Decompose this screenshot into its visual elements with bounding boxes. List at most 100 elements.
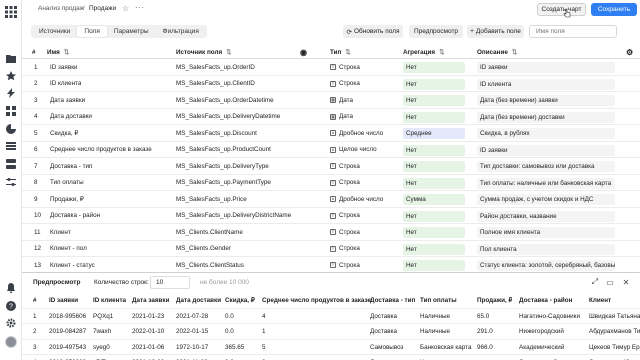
field-source[interactable]: MS_SalesFacts_up.ProductCount	[176, 142, 271, 158]
field-name[interactable]: Доставка - тип	[50, 158, 92, 174]
field-source[interactable]: MS_SalesFacts_up.Price	[176, 191, 247, 207]
field-source[interactable]: MS_Clients.ClientName	[176, 224, 243, 240]
field-row[interactable]: 6 Среднее число продуктов в заказе MS_Sale…	[22, 142, 640, 158]
dataset-icon[interactable]	[5, 140, 17, 152]
app-logo-icon[interactable]	[4, 5, 18, 19]
field-source[interactable]: MS_SalesFacts_up.OrderDatetime	[176, 92, 274, 108]
tab-fields[interactable]: Поля	[77, 26, 107, 37]
field-name[interactable]: Доставка - район	[50, 208, 100, 224]
field-description-input[interactable]: Район доставки, название	[477, 210, 615, 222]
field-row[interactable]: 5 Скидка, ₽ MS_SalesFacts_up.Discount # Дроб…	[22, 125, 640, 142]
field-source[interactable]: MS_SalesFacts_up.ClientID	[176, 76, 255, 92]
field-name[interactable]: Тип оплаты	[50, 175, 84, 191]
field-aggregation-select[interactable]: Среднее	[403, 128, 465, 139]
field-type[interactable]: # Дробное число	[330, 125, 383, 141]
favorite-star-icon[interactable]: ☆	[122, 4, 129, 13]
field-aggregation-select[interactable]: Сумма	[403, 194, 465, 205]
field-name[interactable]: ID заявки	[50, 59, 77, 75]
col-header-name[interactable]: Имя ⇅	[47, 44, 69, 60]
field-source[interactable]: MS_SalesFacts_up.DeliveryDistrictName	[176, 208, 291, 224]
field-aggregation-select[interactable]: Нет	[403, 62, 465, 73]
field-aggregation-select[interactable]: Нет	[403, 161, 465, 172]
col-header-aggregation[interactable]: Агрегация ⇅	[403, 44, 444, 60]
field-description-input[interactable]: Дата (без времени) заявки	[477, 95, 615, 106]
field-aggregation-select[interactable]: Нет	[403, 111, 465, 123]
field-type[interactable]: T Строка	[330, 59, 360, 75]
field-row[interactable]: 9 Продажи, ₽ MS_SalesFacts_up.Price # Дробно…	[22, 191, 640, 208]
field-type[interactable]: ▦ Дата	[330, 109, 353, 125]
close-icon[interactable]: ✕	[621, 277, 631, 287]
field-name[interactable]: Продажи, ₽	[50, 191, 84, 207]
table-settings-gear-icon[interactable]: ⚙	[626, 44, 633, 60]
field-aggregation-select[interactable]: Нет	[403, 177, 465, 189]
field-description-input[interactable]: Сумма продаж, с учетом скидок и НДС	[477, 194, 615, 205]
field-row[interactable]: 12 Клиент - пол MS_Clients.Gender T Строка Не…	[22, 241, 640, 257]
field-name[interactable]: ID клиента	[50, 76, 81, 92]
field-type[interactable]: T Строка	[330, 224, 360, 240]
field-description-input[interactable]: Статус клиента: золотой, серебряный, баз…	[477, 260, 615, 271]
field-name[interactable]: Клиент - пол	[50, 241, 87, 257]
field-row[interactable]: 10 Доставка - район MS_SalesFacts_up.Deliv…	[22, 208, 640, 224]
field-description-input[interactable]: Тип оплаты: наличные или банковская карт…	[477, 177, 615, 189]
field-aggregation-select[interactable]: Нет	[403, 95, 465, 106]
tab-filtering[interactable]: Фильтрация	[156, 26, 206, 37]
field-name[interactable]: Клиент	[50, 224, 71, 240]
notification-bell-icon[interactable]	[5, 282, 17, 294]
field-row[interactable]: 8 Тип оплаты MS_SalesFacts_up.PaymentType T…	[22, 175, 640, 191]
field-search-input[interactable]	[529, 25, 617, 38]
field-name[interactable]: Скидка, ₽	[50, 125, 78, 141]
dock-layout-icon[interactable]: ▭	[605, 277, 615, 287]
row-count-input[interactable]: 10	[150, 276, 190, 289]
field-source[interactable]: MS_SalesFacts_up.Discount	[176, 125, 257, 141]
col-header-type[interactable]: Тип ⇅	[330, 44, 351, 60]
breadcrumb-parent[interactable]: Анализ продаж	[38, 5, 84, 12]
field-source[interactable]: MS_SalesFacts_up.DeliveryDatetime	[176, 109, 280, 125]
field-type[interactable]: ▦ Дата	[330, 92, 353, 108]
folder-icon[interactable]	[5, 52, 17, 64]
gear-icon[interactable]	[5, 317, 17, 329]
field-description-input[interactable]: ID заявки	[477, 144, 615, 156]
field-row[interactable]: 11 Клиент MS_Clients.ClientName T Строка Нет П…	[22, 224, 640, 241]
col-header-description[interactable]: Описание ⇅	[477, 44, 517, 60]
field-description-input[interactable]: Пол клиента	[477, 243, 615, 255]
field-description-input[interactable]: Скидка, в рублях	[477, 128, 615, 139]
add-field-button[interactable]: + Добавить поле	[467, 25, 524, 38]
field-type[interactable]: # Дробное число	[330, 191, 383, 207]
field-type[interactable]: T Строка	[330, 158, 360, 174]
field-description-input[interactable]: Дата (без времени) доставки	[477, 111, 615, 123]
field-row[interactable]: 2 ID клиента MS_SalesFacts_up.ClientID T Стр…	[22, 76, 640, 92]
field-description-input[interactable]: Тип доставки: самовывоз или доставка	[477, 161, 615, 172]
field-type[interactable]: # Целое число	[330, 142, 377, 158]
field-row[interactable]: 3 Дата заявки MS_SalesFacts_up.OrderDateti…	[22, 92, 640, 109]
expand-icon[interactable]: ⤢	[590, 277, 600, 287]
chart-pie-icon[interactable]	[5, 123, 17, 135]
preview-button[interactable]: Предпросмотр	[409, 25, 463, 38]
field-source[interactable]: MS_Clients.Gender	[176, 241, 231, 257]
field-source[interactable]: MS_Clients.ClientStatus	[176, 257, 244, 273]
refresh-fields-button[interactable]: ⟳ Обновить поля	[343, 25, 403, 38]
field-name[interactable]: Дата заявки	[50, 92, 85, 108]
more-options-icon[interactable]: ···	[135, 3, 145, 12]
field-aggregation-select[interactable]: Нет	[403, 227, 465, 238]
field-type[interactable]: T Строка	[330, 257, 360, 273]
user-avatar[interactable]	[5, 336, 17, 348]
col-header-source[interactable]: Источник поля ⇅	[176, 44, 231, 60]
field-description-input[interactable]: Полное имя клиента	[477, 227, 615, 238]
connection-icon[interactable]	[5, 158, 17, 170]
field-row[interactable]: 4 Дата доставки MS_SalesFacts_up.DeliveryD…	[22, 109, 640, 125]
field-aggregation-select[interactable]: Нет	[403, 243, 465, 255]
tab-sources[interactable]: Источники	[32, 26, 77, 37]
field-row[interactable]: 7 Доставка - тип MS_SalesFacts_up.Delivery…	[22, 158, 640, 175]
lightning-icon[interactable]	[5, 87, 17, 99]
field-name[interactable]: Дата доставки	[50, 109, 92, 125]
field-aggregation-select[interactable]: Нет	[403, 210, 465, 222]
field-name[interactable]: Среднее число продуктов в заказе	[50, 142, 152, 158]
field-type[interactable]: T Строка	[330, 241, 360, 257]
field-source[interactable]: MS_SalesFacts_up.PaymentType	[176, 175, 271, 191]
field-description-input[interactable]: ID клиента	[477, 78, 615, 90]
field-aggregation-select[interactable]: Нет	[403, 260, 465, 271]
save-button[interactable]: Сохранить	[591, 3, 637, 16]
star-nav-icon[interactable]	[5, 70, 17, 82]
visibility-eye-icon[interactable]: ◉	[300, 44, 307, 60]
field-type[interactable]: T Строка	[330, 76, 360, 92]
